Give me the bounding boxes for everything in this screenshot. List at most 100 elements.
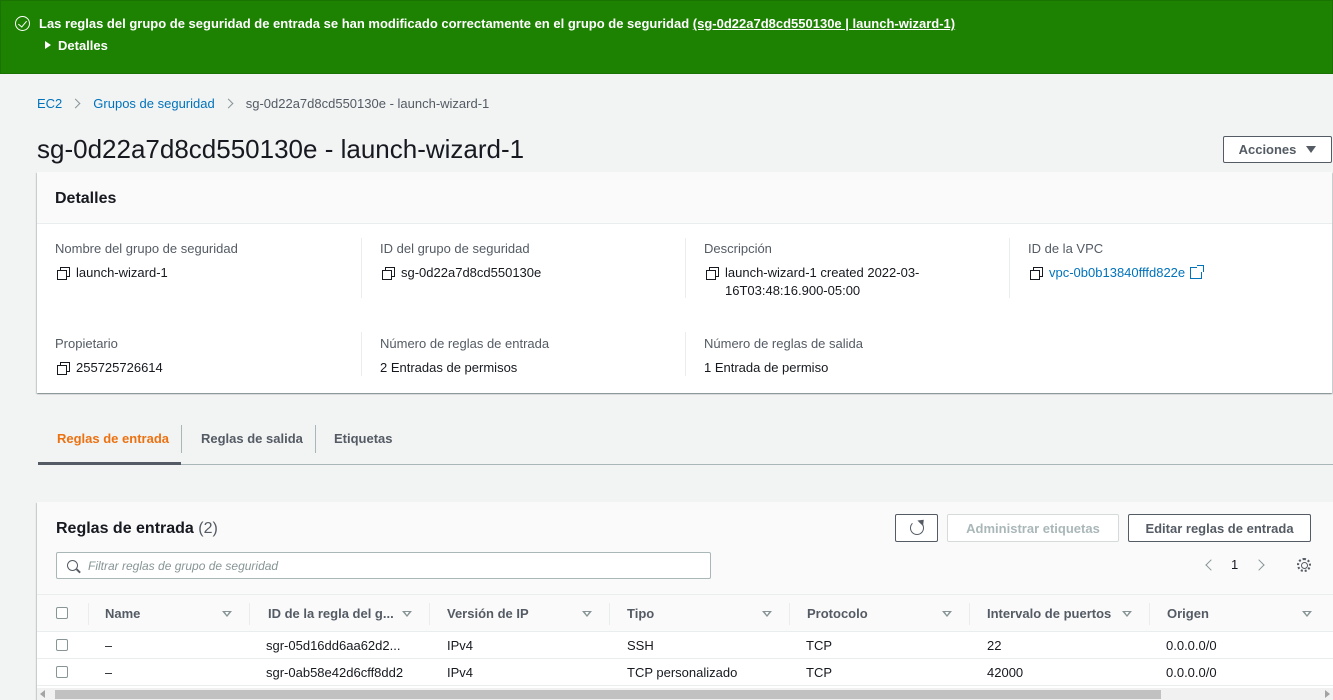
- inbound-rules-panel: Reglas de entrada (2) Administrar etique…: [37, 502, 1333, 700]
- cell-type: SSH: [627, 638, 654, 653]
- gear-icon[interactable]: [1297, 558, 1311, 572]
- column-rule-id[interactable]: ID de la regla del g...: [268, 595, 403, 632]
- sort-icon[interactable]: [222, 611, 232, 617]
- cell-ip-version: IPv4: [447, 665, 474, 680]
- field-value: launch-wizard-1 created 2022-03- 16T03:48…: [725, 264, 919, 300]
- table-row[interactable]: – sgr-0ab58e42d6cff8dd2 IPv4 TCP persona…: [37, 659, 1333, 686]
- scroll-left-icon[interactable]: [40, 690, 45, 698]
- column-divider: [609, 603, 610, 625]
- refresh-icon: [909, 521, 924, 535]
- filter-input[interactable]: [88, 558, 688, 573]
- sort-icon[interactable]: [762, 611, 772, 617]
- field-value: 2 Entradas de permisos: [380, 360, 518, 375]
- edit-inbound-rules-button[interactable]: Editar reglas de entrada: [1128, 514, 1311, 542]
- field-group-name: Nombre del grupo de seguridad launch-wiz…: [55, 241, 238, 282]
- sort-icon[interactable]: [942, 611, 952, 617]
- sort-icon[interactable]: [402, 611, 412, 617]
- row-checkbox[interactable]: [56, 639, 68, 651]
- sort-icon[interactable]: [1302, 611, 1312, 617]
- horizontal-scrollbar[interactable]: [37, 688, 1333, 700]
- cell-name: –: [105, 638, 113, 653]
- column-port-range[interactable]: Intervalo de puertos: [987, 595, 1122, 632]
- field-label: Número de reglas de entrada: [380, 336, 550, 351]
- search-icon: [67, 560, 78, 571]
- column-name[interactable]: Name: [105, 595, 235, 632]
- active-tab-indicator: [38, 462, 181, 465]
- field-outbound-count: Número de reglas de salida 1 Entrada de …: [704, 336, 863, 377]
- table-row[interactable]: – sgr-05d16dd6aa62d2... IPv4 SSH TCP 22 …: [37, 632, 1333, 659]
- divider: [361, 238, 362, 298]
- column-divider: [429, 603, 430, 625]
- refresh-button[interactable]: [895, 514, 938, 542]
- details-title: Detalles: [37, 172, 1332, 224]
- current-page-number[interactable]: 1: [1231, 557, 1238, 572]
- cell-source: 0.0.0.0/0: [1166, 638, 1217, 653]
- copy-icon[interactable]: [57, 362, 70, 375]
- field-value: 1 Entrada de permiso: [704, 360, 829, 375]
- previous-page-icon[interactable]: [1205, 559, 1217, 571]
- breadcrumb: EC2 Grupos de seguridad sg-0d22a7d8cd550…: [37, 96, 489, 111]
- column-divider: [249, 603, 250, 625]
- tab-tags[interactable]: Etiquetas: [334, 420, 393, 465]
- flash-security-group-link[interactable]: (sg-0d22a7d8cd550130e | launch-wizard-1): [693, 16, 955, 31]
- cell-ip-version: IPv4: [447, 638, 474, 653]
- scrollbar-thumb[interactable]: [55, 690, 1161, 699]
- field-label: Propietario: [55, 336, 118, 351]
- table-header: Name ID de la regla del g... Versión de …: [37, 594, 1333, 632]
- manage-tags-button[interactable]: Administrar etiquetas: [947, 514, 1119, 542]
- field-inbound-count: Número de reglas de entrada 2 Entradas d…: [380, 336, 549, 377]
- chevron-right-icon: [70, 98, 81, 109]
- column-divider: [969, 603, 970, 625]
- scroll-right-icon[interactable]: [1325, 690, 1330, 698]
- row-checkbox[interactable]: [56, 666, 68, 678]
- field-value: sg-0d22a7d8cd550130e: [401, 265, 542, 280]
- flash-message: Las reglas del grupo de seguridad de ent…: [39, 16, 955, 31]
- column-ip-version[interactable]: Versión de IP: [447, 595, 577, 632]
- field-description: Descripción launch-wizard-1 created 2022…: [704, 241, 919, 300]
- field-vpc-id: ID de la VPC vpc-0b0b13840fffd822e: [1028, 241, 1205, 282]
- tab-bar: Reglas de entrada Reglas de salida Etiqu…: [38, 420, 1333, 465]
- copy-icon[interactable]: [382, 267, 395, 280]
- chevron-right-icon: [223, 98, 234, 109]
- description-line-1: launch-wizard-1 created 2022-03-: [725, 265, 920, 280]
- flash-details-label: Detalles: [58, 38, 108, 53]
- column-type[interactable]: Tipo: [627, 595, 757, 632]
- cell-port-range: 42000: [987, 665, 1024, 680]
- flash-details-toggle[interactable]: Detalles: [45, 38, 108, 53]
- cell-protocol: TCP: [806, 665, 832, 680]
- cell-rule-id: sgr-0ab58e42d6cff8dd2: [266, 665, 404, 680]
- sort-icon[interactable]: [582, 611, 592, 617]
- check-circle-icon: [15, 16, 30, 31]
- column-protocol[interactable]: Protocolo: [807, 595, 937, 632]
- tab-inbound-rules[interactable]: Reglas de entrada: [57, 420, 169, 465]
- cell-name: –: [105, 665, 113, 680]
- select-all-checkbox[interactable]: [56, 607, 68, 619]
- breadcrumb-ec2[interactable]: EC2: [37, 96, 62, 111]
- vpc-link[interactable]: vpc-0b0b13840fffd822e: [1049, 264, 1185, 282]
- actions-button[interactable]: Acciones: [1223, 136, 1332, 163]
- field-label: Número de reglas de salida: [704, 336, 863, 351]
- sort-icon[interactable]: [1122, 611, 1132, 617]
- divider: [1009, 238, 1010, 298]
- field-group-id: ID del grupo de seguridad sg-0d22a7d8cd5…: [380, 241, 541, 282]
- tab-divider: [181, 425, 182, 453]
- tab-divider: [315, 425, 316, 453]
- cell-port-range: 22: [987, 638, 1002, 653]
- page-title: sg-0d22a7d8cd550130e - launch-wizard-1: [37, 134, 525, 164]
- copy-icon[interactable]: [706, 267, 719, 280]
- field-label: ID del grupo de seguridad: [380, 241, 530, 256]
- next-page-icon[interactable]: [1253, 559, 1265, 571]
- divider: [685, 332, 686, 376]
- description-line-2: 16T03:48:16.900-05:00: [725, 283, 861, 298]
- breadcrumb-security-groups[interactable]: Grupos de seguridad: [93, 96, 214, 111]
- field-label: ID de la VPC: [1028, 241, 1104, 256]
- caret-down-icon: [1306, 146, 1317, 153]
- tab-outbound-rules[interactable]: Reglas de salida: [201, 420, 303, 465]
- cell-type: TCP personalizado: [627, 665, 738, 680]
- column-source[interactable]: Origen: [1167, 595, 1297, 632]
- divider: [361, 332, 362, 376]
- copy-icon[interactable]: [57, 267, 70, 280]
- field-owner: Propietario 255725726614: [55, 336, 163, 377]
- copy-icon[interactable]: [1030, 267, 1043, 280]
- caret-right-icon: [45, 41, 51, 49]
